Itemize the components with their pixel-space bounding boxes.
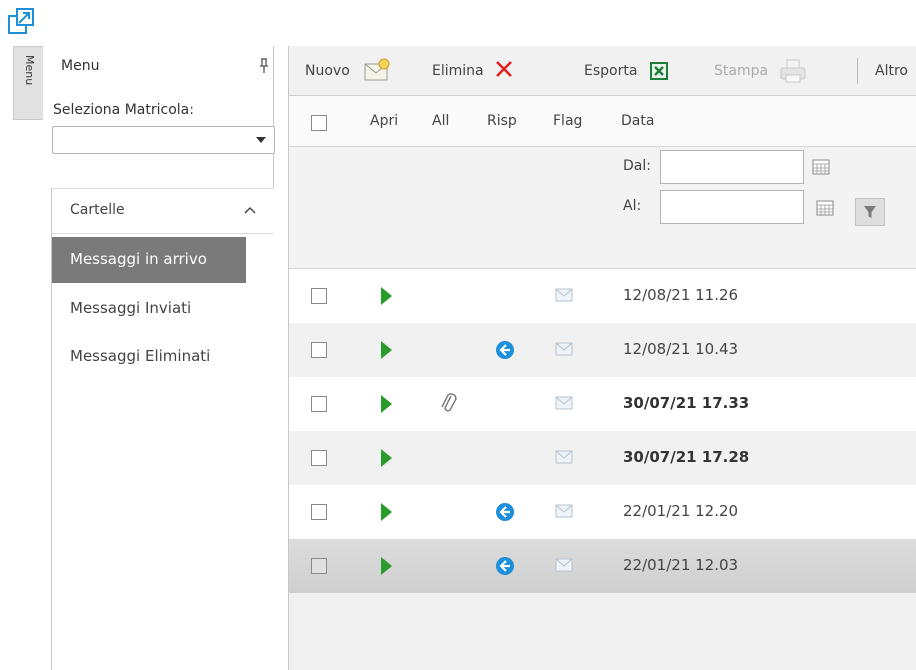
envelope-flag-icon[interactable] <box>555 288 573 302</box>
message-date: 22/01/21 12.03 <box>623 556 739 574</box>
replied-icon <box>496 503 514 521</box>
message-list-panel: Nuovo Elimina Esporta Stampa Altro Apri … <box>288 46 916 670</box>
envelope-flag-icon[interactable] <box>555 504 573 518</box>
envelope-flag-icon[interactable] <box>555 558 573 572</box>
open-message-play-icon[interactable] <box>381 341 392 359</box>
matricola-select[interactable] <box>52 126 275 154</box>
select-all-checkbox[interactable] <box>311 115 327 131</box>
envelope-flag-icon[interactable] <box>555 450 573 464</box>
matricola-label: Seleziona Matricola: <box>53 102 194 118</box>
toolbar: Nuovo Elimina Esporta Stampa Altro <box>289 46 916 96</box>
row-checkbox[interactable] <box>311 450 327 466</box>
folder-item-label: Messaggi Inviati <box>70 299 192 317</box>
folder-item-deleted[interactable]: Messaggi Eliminati <box>52 334 246 380</box>
open-message-play-icon[interactable] <box>381 503 392 521</box>
column-header-open[interactable]: Apri <box>370 113 398 129</box>
open-message-play-icon[interactable] <box>381 449 392 467</box>
date-filter-row: Dal: Al: <box>289 147 916 269</box>
column-header-attachment[interactable]: All <box>432 113 449 129</box>
print-button-label: Stampa <box>714 63 769 79</box>
chevron-up-icon[interactable] <box>244 205 256 215</box>
paperclip-icon <box>441 393 457 412</box>
table-row[interactable]: 12/08/21 11.26 <box>289 269 916 323</box>
row-checkbox[interactable] <box>311 558 327 574</box>
message-date: 22/01/21 12.20 <box>623 502 739 520</box>
to-date-input[interactable] <box>660 190 804 224</box>
from-date-label: Dal: <box>623 158 651 174</box>
menu-side-tab-label: Menu <box>23 55 36 86</box>
envelope-flag-icon[interactable] <box>555 396 573 410</box>
sidebar-title: Menu <box>61 58 100 74</box>
delete-button[interactable]: Elimina <box>432 46 542 96</box>
folder-item-label: Messaggi Eliminati <box>70 347 211 365</box>
calendar-icon[interactable] <box>812 159 830 175</box>
column-header-date[interactable]: Data <box>621 113 654 129</box>
new-mail-icon <box>364 58 390 81</box>
printer-icon <box>780 59 806 83</box>
message-date: 30/07/21 17.33 <box>623 394 750 412</box>
folder-item-label: Messaggi in arrivo <box>70 250 207 268</box>
replied-icon <box>496 557 514 575</box>
calendar-icon[interactable] <box>816 200 834 216</box>
sidebar-panel: Menu Seleziona Matricola: Cartelle Messa… <box>43 46 275 670</box>
print-button[interactable]: Stampa <box>714 46 824 96</box>
row-checkbox[interactable] <box>311 342 327 358</box>
folder-item-sent[interactable]: Messaggi Inviati <box>52 286 246 332</box>
open-message-play-icon[interactable] <box>381 557 392 575</box>
export-button[interactable]: Esporta <box>584 46 694 96</box>
funnel-icon <box>864 206 876 218</box>
delete-button-label: Elimina <box>432 63 484 79</box>
folders-header[interactable]: Cartelle <box>52 188 274 234</box>
excel-icon <box>650 62 668 80</box>
row-checkbox[interactable] <box>311 396 327 412</box>
open-message-play-icon[interactable] <box>381 395 392 413</box>
row-checkbox[interactable] <box>311 288 327 304</box>
envelope-flag-icon[interactable] <box>555 342 573 356</box>
column-header-reply[interactable]: Risp <box>487 113 517 129</box>
message-date: 12/08/21 10.43 <box>623 340 739 358</box>
message-date: 30/07/21 17.28 <box>623 448 750 466</box>
apply-filter-button[interactable] <box>855 198 885 226</box>
folder-item-inbox[interactable]: Messaggi in arrivo <box>52 237 246 283</box>
table-row[interactable]: 30/07/21 17.28 <box>289 431 916 485</box>
chevron-down-icon <box>256 137 266 143</box>
pin-icon[interactable] <box>258 58 270 74</box>
table-row[interactable]: 12/08/21 10.43 <box>289 323 916 377</box>
new-button-label: Nuovo <box>305 63 350 79</box>
column-header-flag[interactable]: Flag <box>553 113 582 129</box>
from-date-input[interactable] <box>660 150 804 184</box>
toolbar-separator <box>857 58 858 84</box>
to-date-label: Al: <box>623 198 642 214</box>
folders-header-label: Cartelle <box>70 202 125 218</box>
replied-icon <box>496 341 514 359</box>
folders-panel: Cartelle Messaggi in arrivo Messaggi Inv… <box>51 188 274 670</box>
new-button[interactable]: Nuovo <box>305 46 415 96</box>
message-date: 12/08/21 11.26 <box>623 286 739 304</box>
table-row[interactable]: 22/01/21 12.03 <box>289 539 916 593</box>
column-header-row: Apri All Risp Flag Data <box>289 96 916 147</box>
menu-side-tab[interactable]: Menu <box>13 46 43 120</box>
row-checkbox[interactable] <box>311 504 327 520</box>
more-button[interactable]: Altro <box>875 46 916 96</box>
more-button-label: Altro <box>875 63 908 79</box>
table-row[interactable]: 30/07/21 17.33 <box>289 377 916 431</box>
open-message-play-icon[interactable] <box>381 287 392 305</box>
table-row[interactable]: 22/01/21 12.20 <box>289 485 916 539</box>
delete-x-icon <box>496 61 512 77</box>
popout-window-icon[interactable] <box>8 8 34 34</box>
export-button-label: Esporta <box>584 63 638 79</box>
